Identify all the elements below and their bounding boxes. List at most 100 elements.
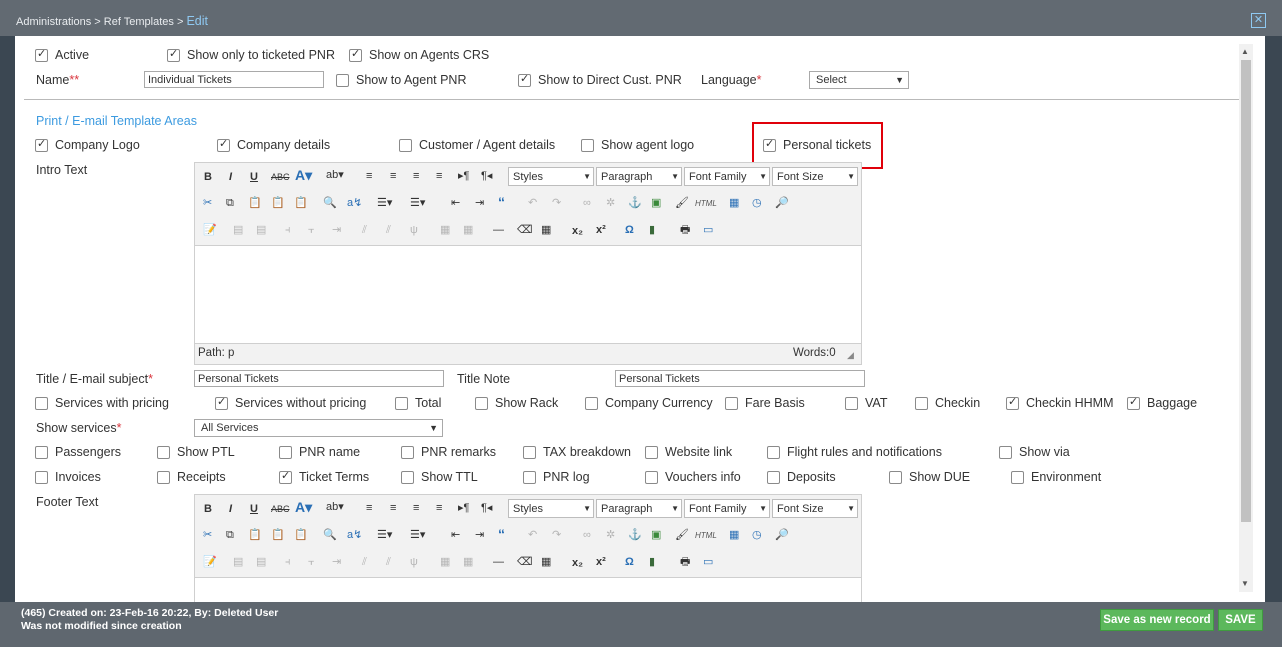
show-via-checkbox[interactable] (999, 446, 1012, 459)
active-checkbox[interactable] (35, 47, 48, 62)
paste-text-icon[interactable]: 📋 (271, 528, 285, 542)
cut-icon[interactable]: ✂ (203, 196, 212, 210)
insert-col-before-icon[interactable]: ⫽ (362, 223, 367, 237)
insert-row-before-icon[interactable]: ⫞ (285, 555, 291, 569)
title-note-input[interactable]: Personal Tickets (615, 370, 865, 387)
environment-checkbox[interactable] (1011, 471, 1024, 484)
superscript-icon[interactable]: x² (596, 555, 606, 569)
html-source-icon[interactable]: HTML (695, 197, 717, 211)
subscript-icon[interactable]: x₂ (572, 224, 583, 238)
remove-format-icon[interactable]: ⌫ (517, 223, 533, 237)
table-cell-props-icon[interactable]: ▤ (256, 555, 266, 569)
tax-breakdown-checkbox[interactable] (523, 446, 536, 459)
align-center-icon[interactable]: ≡ (390, 169, 396, 183)
superscript-icon[interactable]: x² (596, 223, 606, 237)
find-icon[interactable]: 🔍 (323, 196, 337, 210)
paste-icon[interactable]: 📋 (248, 196, 262, 210)
show-agent-logo-checkbox[interactable] (581, 139, 594, 152)
paste-text-icon[interactable]: 📋 (271, 196, 285, 210)
website-link-checkbox[interactable] (645, 446, 658, 459)
font-family-select[interactable]: Font Family ▼ (684, 167, 770, 186)
fullscreen-icon[interactable]: ▭ (703, 555, 713, 569)
delete-row-icon[interactable]: ⇥ (332, 555, 341, 569)
numbered-list-icon[interactable]: ☰▾ (410, 528, 425, 542)
services-with-pricing-checkbox[interactable] (35, 397, 48, 410)
underline-icon[interactable]: U (250, 502, 258, 516)
table-icon[interactable]: ▦ (541, 223, 551, 237)
image-icon[interactable]: ▣ (651, 528, 661, 542)
merge-cells-icon[interactable]: ▦ (463, 555, 473, 569)
bullet-list-icon[interactable]: ☰▾ (377, 196, 392, 210)
replace-icon[interactable]: a↯ (347, 196, 362, 210)
indent-icon[interactable]: ⇥ (475, 196, 484, 210)
align-justify-icon[interactable]: ≡ (436, 501, 442, 515)
rtl-icon[interactable]: ¶◂ (481, 501, 492, 515)
ltr-icon[interactable]: ▸¶ (458, 501, 469, 515)
table-row-props-icon[interactable]: ▤ (233, 223, 243, 237)
copy-icon[interactable]: ⧉ (226, 528, 234, 542)
personal-tickets-checkbox[interactable] (763, 137, 776, 152)
baggage-checkbox[interactable] (1127, 395, 1140, 410)
styles-select[interactable]: Styles ▼ (508, 499, 594, 518)
align-left-icon[interactable]: ≡ (366, 169, 372, 183)
font-family-select[interactable]: Font Family ▼ (684, 499, 770, 518)
deposits-checkbox[interactable] (767, 471, 780, 484)
highlight-color-icon[interactable]: ab▾ (326, 500, 344, 514)
breadcrumb-administrations[interactable]: Administrations (16, 16, 91, 28)
company-currency-checkbox[interactable] (585, 397, 598, 410)
edit-icon[interactable]: 📝 (203, 555, 217, 569)
link-icon[interactable]: ∞ (583, 528, 591, 542)
special-char-icon[interactable]: Ω (625, 555, 634, 569)
paragraph-select[interactable]: Paragraph ▼ (596, 167, 682, 186)
paste-word-icon[interactable]: 📋 (294, 528, 308, 542)
show-only-ticketed-checkbox[interactable] (167, 47, 180, 62)
company-logo-checkbox[interactable] (35, 137, 48, 152)
pnr-name-checkbox[interactable] (279, 446, 292, 459)
fullscreen-icon[interactable]: ▭ (703, 223, 713, 237)
undo-icon[interactable]: ↶ (528, 196, 537, 210)
title-subject-input[interactable]: Personal Tickets (194, 370, 444, 387)
redo-icon[interactable]: ↷ (552, 196, 561, 210)
edit-icon[interactable]: 📝 (203, 223, 217, 237)
delete-row-icon[interactable]: ⇥ (332, 223, 341, 237)
preview-icon[interactable]: 🔎 (775, 196, 789, 210)
bold-icon[interactable]: B (204, 502, 212, 516)
align-right-icon[interactable]: ≡ (413, 169, 419, 183)
underline-icon[interactable]: U (250, 170, 258, 184)
pnr-log-checkbox[interactable] (523, 471, 536, 484)
flight-rules-checkbox[interactable] (767, 446, 780, 459)
rtl-icon[interactable]: ¶◂ (481, 169, 492, 183)
invoices-checkbox[interactable] (35, 471, 48, 484)
delete-col-icon[interactable]: ψ (410, 223, 418, 237)
media-icon[interactable]: ▮ (649, 223, 655, 237)
form-scrollbar[interactable]: ▲ ▼ (1239, 44, 1253, 592)
scroll-up-icon[interactable]: ▲ (1241, 47, 1249, 56)
font-color-icon[interactable]: A▾ (295, 500, 312, 514)
html-source-icon[interactable]: HTML (695, 529, 717, 543)
insert-time-icon[interactable]: ◷ (752, 528, 762, 542)
insert-date-icon[interactable]: ▦ (729, 528, 739, 542)
insert-row-before-icon[interactable]: ⫞ (285, 223, 291, 237)
save-as-new-button[interactable]: Save as new record (1100, 609, 1214, 631)
bullet-list-icon[interactable]: ☰▾ (377, 528, 392, 542)
show-rack-checkbox[interactable] (475, 397, 488, 410)
show-direct-cust-checkbox[interactable] (518, 72, 531, 87)
split-cells-icon[interactable]: ▦ (440, 223, 450, 237)
paste-icon[interactable]: 📋 (248, 528, 262, 542)
insert-time-icon[interactable]: ◷ (752, 196, 762, 210)
anchor-icon[interactable]: ⚓ (628, 528, 642, 542)
cleanup-icon[interactable]: 🖌 (675, 196, 689, 210)
show-ttl-checkbox[interactable] (401, 471, 414, 484)
horizontal-rule-icon[interactable]: — (493, 555, 504, 569)
replace-icon[interactable]: a↯ (347, 528, 362, 542)
font-color-icon[interactable]: A▾ (295, 168, 312, 182)
company-details-checkbox[interactable] (217, 137, 230, 152)
split-cells-icon[interactable]: ▦ (440, 555, 450, 569)
anchor-icon[interactable]: ⚓ (628, 196, 642, 210)
paste-word-icon[interactable]: 📋 (294, 196, 308, 210)
preview-icon[interactable]: 🔎 (775, 528, 789, 542)
scrollbar-thumb[interactable] (1241, 60, 1251, 522)
scroll-down-icon[interactable]: ▼ (1241, 579, 1249, 588)
cleanup-icon[interactable]: 🖌 (675, 528, 689, 542)
resize-handle-icon[interactable]: ◢ (847, 350, 854, 361)
